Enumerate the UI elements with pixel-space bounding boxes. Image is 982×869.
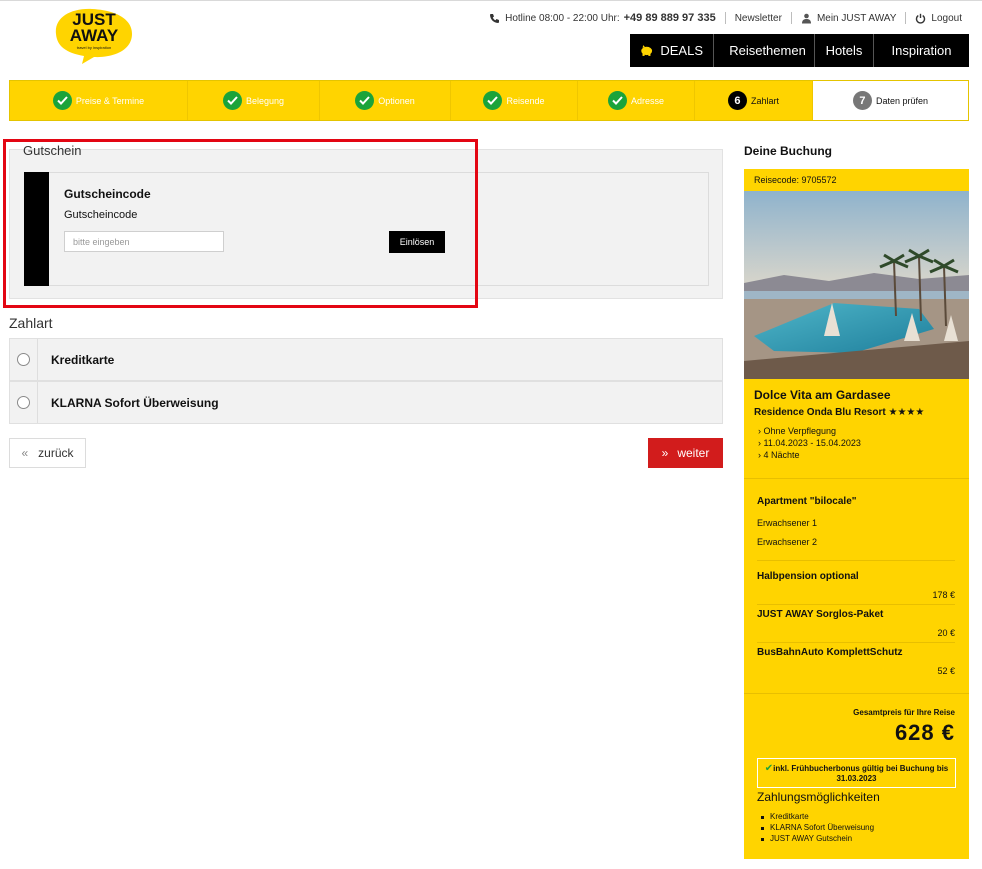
check-icon <box>607 91 627 110</box>
divider <box>757 604 955 605</box>
next-button-label: weiter <box>677 446 710 460</box>
nav-inspiration[interactable]: Inspiration <box>874 34 969 67</box>
booking-steps: Preise & Termine Belegung Optionen Reise… <box>9 80 969 121</box>
payment-option-kreditkarte[interactable]: Kreditkarte <box>9 338 723 381</box>
step-daten-pruefen: 7 Daten prüfen <box>813 81 968 120</box>
payment-methods-title: Zahlungsmöglichkeiten <box>757 790 880 804</box>
nav-deals-label: DEALS <box>660 43 703 58</box>
payment-option-klarna[interactable]: KLARNA Sofort Überweisung <box>9 381 723 424</box>
logo-line-2: AWAY <box>69 26 119 45</box>
extra-price: 52 € <box>937 666 955 676</box>
power-icon <box>915 13 926 24</box>
check-icon <box>52 91 72 110</box>
user-icon <box>801 13 812 24</box>
hotline-number[interactable]: +49 89 889 97 335 <box>624 12 716 24</box>
nav-deals[interactable]: DEALS <box>630 34 714 67</box>
divider <box>790 12 792 24</box>
logo-tagline: travel by inspiration <box>76 45 112 50</box>
trip-detail: › 11.04.2023 - 15.04.2023 <box>758 438 861 448</box>
extra-name: Halbpension optional <box>757 571 859 582</box>
nav-hotels-label: Hotels <box>825 43 863 58</box>
nav-reisethemen-label: Reisethemen <box>729 43 806 58</box>
step-adresse[interactable]: Adresse <box>578 81 695 120</box>
just-away-logo[interactable]: JUST AWAY travel by inspiration <box>48 6 138 64</box>
step-label: Daten prüfen <box>875 95 929 106</box>
back-button-label: zurück <box>38 446 74 460</box>
check-icon <box>222 91 242 110</box>
trip-detail: › Ohne Verpflegung <box>758 426 837 436</box>
divider <box>37 339 38 380</box>
piggy-icon <box>641 45 653 56</box>
detail-text: Ohne Verpflegung <box>763 426 837 436</box>
trip-name: Dolce Vita am Gardasee <box>754 388 891 402</box>
phone-icon <box>489 13 500 24</box>
nav-hotels[interactable]: Hotels <box>815 34 874 67</box>
early-booking-bonus: ✔inkl. Frühbucherbonus gültig bei Buchun… <box>757 758 956 788</box>
divider <box>905 12 907 24</box>
hotline-label: Hotline 08:00 - 22:00 Uhr: <box>505 12 620 24</box>
step-label: Belegung <box>245 95 285 106</box>
payment-option-label: KLARNA Sofort Überweisung <box>51 395 219 410</box>
divider <box>37 382 38 423</box>
extra-price: 20 € <box>937 628 955 638</box>
step-belegung[interactable]: Belegung <box>188 81 320 120</box>
hotel-pool-image <box>744 191 969 379</box>
extra-name: JUST AWAY Sorglos-Paket <box>757 609 884 620</box>
utility-bar: Hotline 08:00 - 22:00 Uhr: +49 89 889 97… <box>489 10 962 26</box>
step-number: 6 <box>727 91 747 110</box>
extra-name: BusBahnAuto KomplettSchutz <box>757 647 903 658</box>
hotel-name: Residence Onda Blu Resort ★★★★ <box>754 407 925 418</box>
back-button[interactable]: « zurück <box>9 438 86 468</box>
double-chevron-right-icon: » <box>661 446 669 460</box>
divider <box>744 478 969 479</box>
room-type: Apartment "bilocale" <box>757 496 857 507</box>
double-chevron-left-icon: « <box>21 446 29 460</box>
traveller: Erwachsener 1 <box>757 518 818 528</box>
step-number: 7 <box>852 91 872 110</box>
booking-summary-title: Deine Buchung <box>744 144 833 158</box>
check-icon: ✔ <box>764 763 774 774</box>
booking-summary: Reisecode: 9705572 Dolce Vita am Gardase… <box>744 169 969 859</box>
check-icon <box>483 91 503 110</box>
payment-method: KLARNA Sofort Überweisung <box>760 823 875 832</box>
total-price: 628 € <box>894 720 955 745</box>
step-optionen[interactable]: Optionen <box>320 81 451 120</box>
payment-method: JUST AWAY Gutschein <box>760 834 853 843</box>
logout-link[interactable]: Logout <box>931 13 962 24</box>
step-label: Zahlart <box>750 95 779 106</box>
highlight-frame <box>3 139 478 308</box>
step-label: Preise & Termine <box>75 95 145 106</box>
payment-option-label: Kreditkarte <box>51 352 115 367</box>
step-zahlart: 6 Zahlart <box>695 81 813 120</box>
detail-text: 11.04.2023 - 15.04.2023 <box>763 438 861 448</box>
divider <box>757 560 955 561</box>
newsletter-link[interactable]: Newsletter <box>735 13 782 24</box>
radio-kreditkarte[interactable] <box>17 353 30 366</box>
step-label: Adresse <box>630 95 665 106</box>
total-label: Gesamtpreis für Ihre Reise <box>853 708 955 717</box>
divider <box>724 12 726 24</box>
nav-inspiration-label: Inspiration <box>891 43 952 58</box>
top-border <box>0 0 982 1</box>
nav-reisethemen[interactable]: Reisethemen <box>714 34 815 67</box>
divider <box>757 642 955 643</box>
radio-klarna[interactable] <box>17 396 30 409</box>
step-label: Reisende <box>506 95 545 106</box>
step-label: Optionen <box>378 95 415 106</box>
step-reisende[interactable]: Reisende <box>451 81 578 120</box>
detail-text: 4 Nächte <box>763 450 800 460</box>
next-button[interactable]: » weiter <box>648 438 723 468</box>
trip-detail: › 4 Nächte <box>758 450 800 460</box>
account-link[interactable]: Mein JUST AWAY <box>817 13 896 24</box>
payment-method: Kreditkarte <box>761 812 809 821</box>
divider <box>744 693 969 694</box>
trip-code: Reisecode: 9705572 <box>754 175 837 185</box>
step-preise-termine[interactable]: Preise & Termine <box>10 81 188 120</box>
main-navigation: DEALS Reisethemen Hotels Inspiration <box>630 34 969 67</box>
check-icon <box>355 91 375 110</box>
bonus-text: inkl. Frühbucherbonus gültig bei Buchung… <box>773 764 949 783</box>
payment-title: Zahlart <box>9 315 53 331</box>
extra-price: 178 € <box>932 590 955 600</box>
traveller: Erwachsener 2 <box>757 537 818 547</box>
